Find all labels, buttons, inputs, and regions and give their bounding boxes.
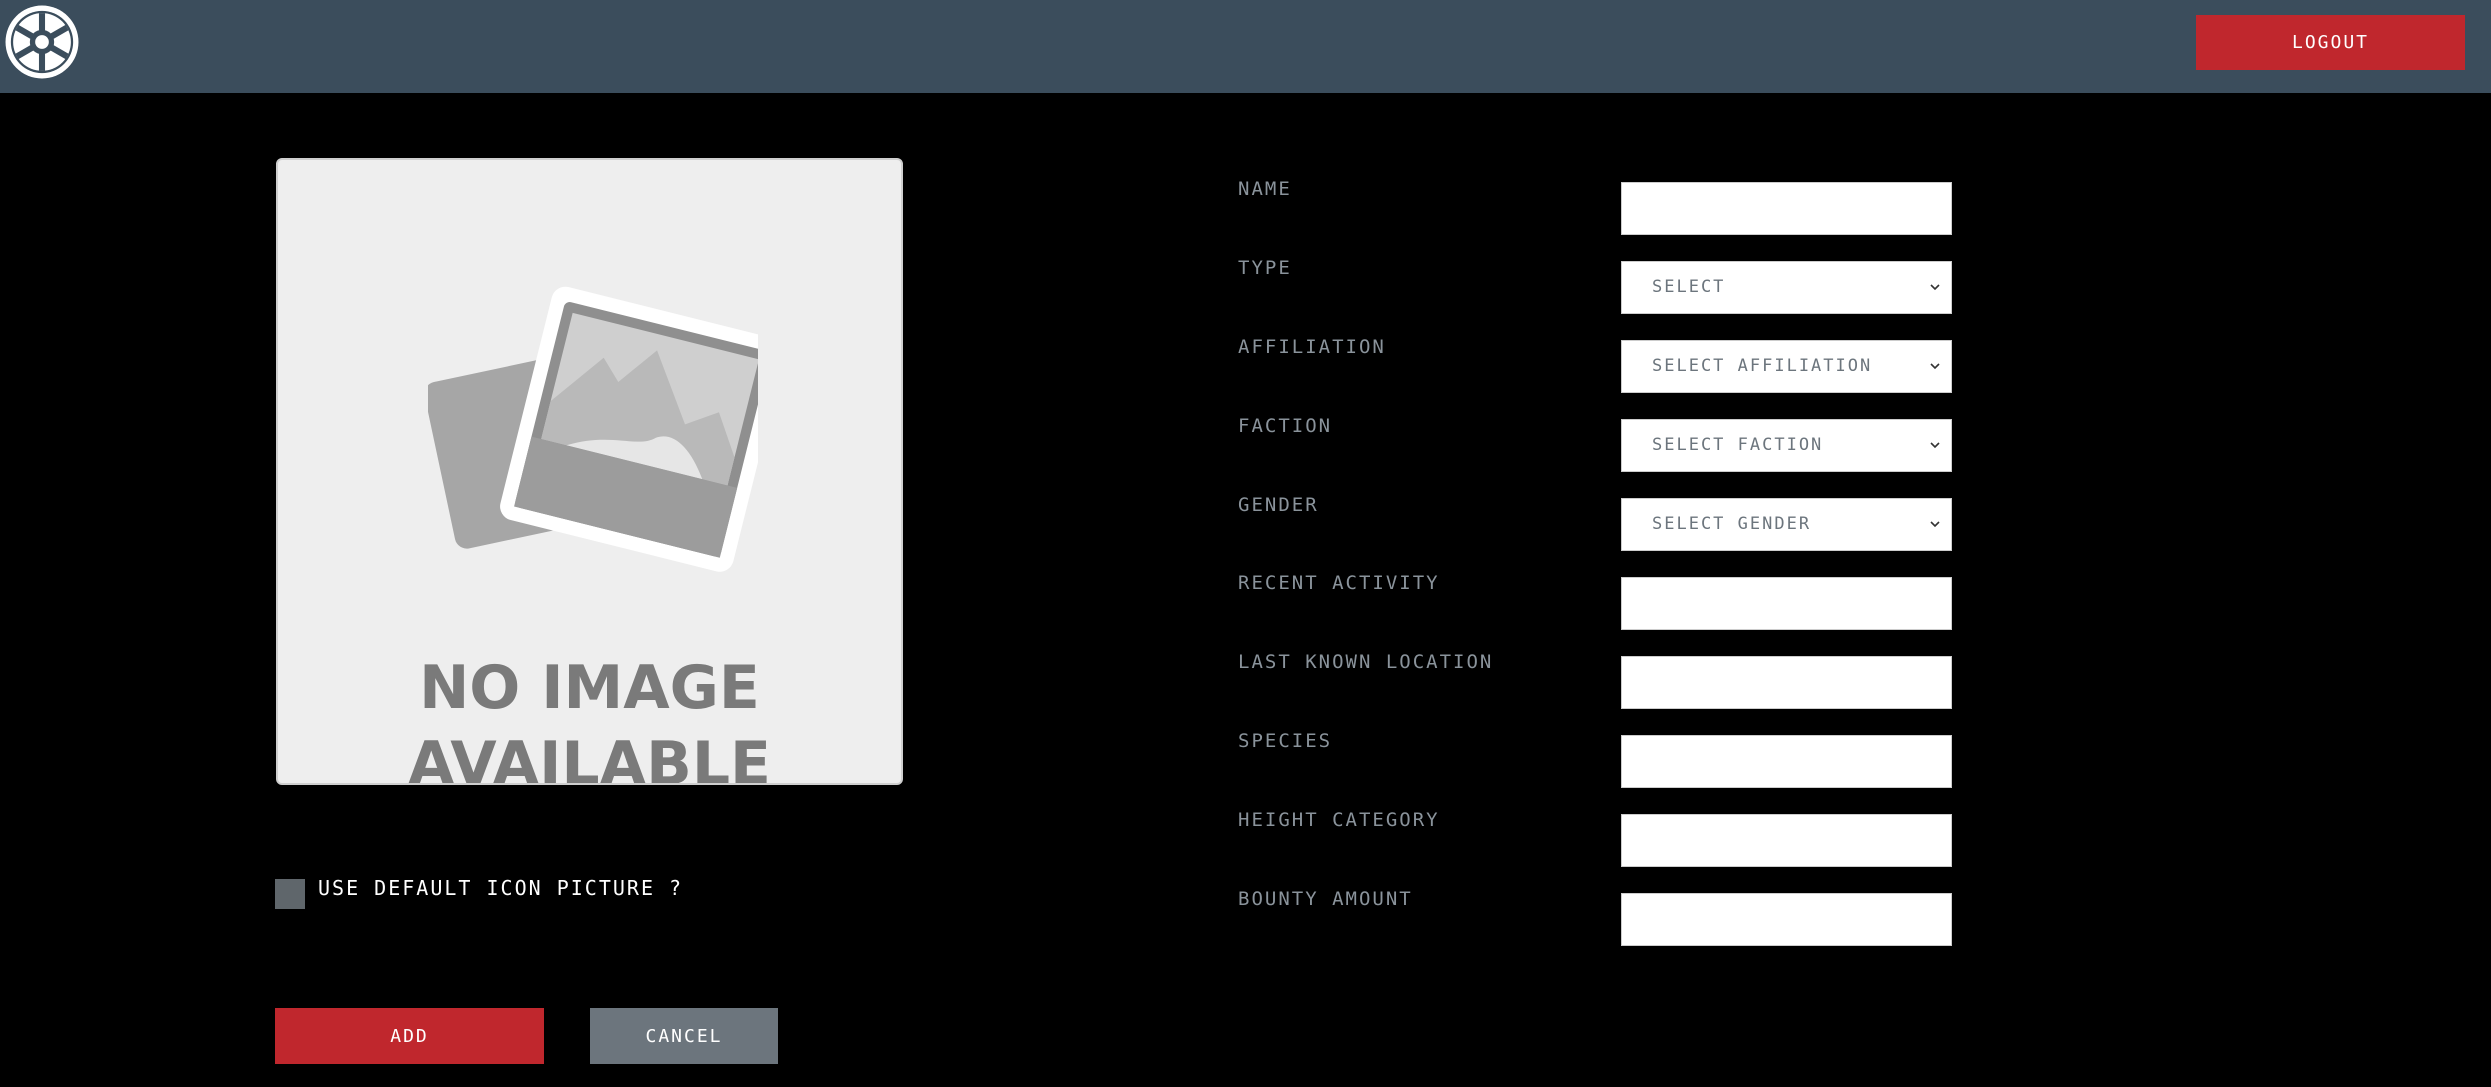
chevron-down-icon [1930,521,1940,528]
default-icon-checkbox[interactable] [275,879,305,909]
affiliation-select-value: SELECT AFFILIATION [1652,356,1873,376]
name-label: NAME [1238,178,1292,200]
recent-activity-input[interactable] [1621,577,1952,630]
top-navbar: LOGOUT [0,0,2491,93]
no-image-text-line2: AVAILABLE [407,729,772,785]
faction-select-value: SELECT FACTION [1652,435,1824,455]
chevron-down-icon [1930,442,1940,449]
add-button[interactable]: ADD [275,1008,544,1064]
last-known-location-input[interactable] [1621,656,1952,709]
species-input[interactable] [1621,735,1952,788]
type-select-value: SELECT [1652,277,1726,297]
gender-select[interactable]: SELECT GENDER [1621,498,1952,551]
bounty-amount-input[interactable] [1621,893,1952,946]
image-preview[interactable]: NO IMAGE AVAILABLE [276,158,903,785]
affiliation-label: AFFILIATION [1238,336,1386,358]
chevron-down-icon [1930,284,1940,291]
faction-label: FACTION [1238,415,1333,437]
recent-activity-label: RECENT ACTIVITY [1238,572,1440,594]
gender-label: GENDER [1238,494,1319,516]
species-label: SPECIES [1238,730,1333,752]
no-image-text-line1: NO IMAGE [419,653,760,723]
gender-select-value: SELECT GENDER [1652,514,1812,534]
logout-button[interactable]: LOGOUT [2196,15,2465,70]
last-known-location-label: LAST KNOWN LOCATION [1238,651,1494,673]
cancel-button[interactable]: CANCEL [590,1008,778,1064]
default-icon-checkbox-label: USE DEFAULT ICON PICTURE ? [318,876,684,900]
faction-select[interactable]: SELECT FACTION [1621,419,1952,472]
name-input[interactable] [1621,182,1952,235]
type-select[interactable]: SELECT [1621,261,1952,314]
height-category-input[interactable] [1621,814,1952,867]
bounty-amount-label: BOUNTY AMOUNT [1238,888,1413,910]
height-category-label: HEIGHT CATEGORY [1238,809,1440,831]
affiliation-select[interactable]: SELECT AFFILIATION [1621,340,1952,393]
imperial-crest-icon[interactable] [4,4,80,80]
photo-placeholder-icon [428,286,758,572]
chevron-down-icon [1930,363,1940,370]
type-label: TYPE [1238,257,1292,279]
